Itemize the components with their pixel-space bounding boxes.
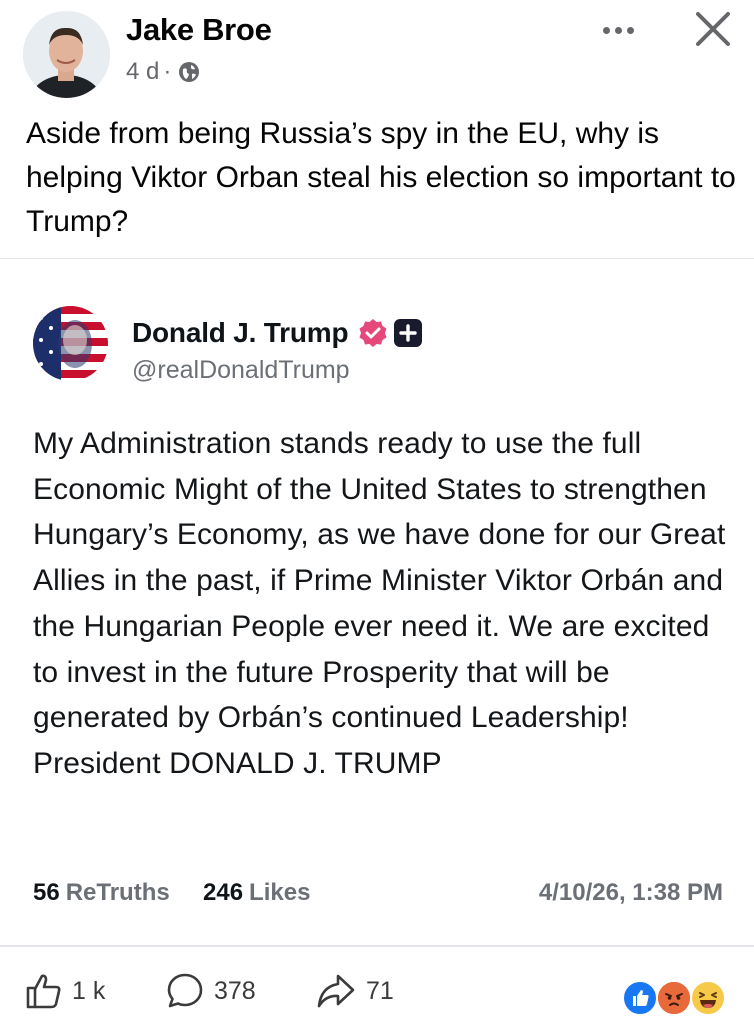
verified-badge-icon: [359, 319, 387, 347]
shared-post-date: 4/10/26, 1:38 PM: [538, 879, 723, 906]
divider: [0, 945, 754, 947]
action-bar: 1 k 378 71: [0, 960, 754, 1024]
dot-icon: [626, 26, 634, 34]
comment-button[interactable]: 378: [166, 972, 256, 1010]
more-options-button[interactable]: [596, 10, 640, 50]
post-time[interactable]: 4 d: [126, 58, 159, 86]
like-reaction-icon: [622, 980, 658, 1016]
haha-reaction-icon: [690, 980, 726, 1016]
likes-stat[interactable]: 246 Likes: [203, 879, 310, 907]
close-button[interactable]: [690, 6, 736, 52]
shared-author-handle[interactable]: @realDonaldTrump: [132, 356, 350, 385]
dot-icon: [602, 26, 610, 34]
likes-count: 246: [203, 879, 244, 906]
globe-icon: [179, 62, 200, 82]
truth-plus-badge-icon: [394, 319, 423, 347]
meta-separator: ·: [163, 58, 172, 85]
like-button[interactable]: 1 k: [24, 972, 105, 1010]
share-button[interactable]: 71: [316, 972, 394, 1010]
shared-author-name[interactable]: Donald J. Trump: [132, 317, 349, 349]
share-count: 71: [366, 976, 394, 1005]
shared-author-avatar[interactable]: [33, 306, 108, 381]
likes-label: Likes: [249, 879, 311, 906]
reaction-summary[interactable]: [622, 980, 732, 1016]
comment-icon: [167, 973, 203, 1008]
retruths-stat[interactable]: 56 ReTruths: [33, 879, 170, 907]
share-icon: [317, 974, 355, 1008]
author-avatar[interactable]: [23, 11, 110, 98]
shared-author-row: Donald J. Trump: [132, 317, 423, 349]
comment-count: 378: [214, 976, 256, 1005]
author-name[interactable]: Jake Broe: [126, 12, 272, 48]
post-meta: 4 d ·: [126, 58, 201, 86]
shared-post-body: My Administration stands ready to use th…: [33, 427, 726, 780]
dot-icon: [614, 26, 622, 34]
retruths-count: 56: [33, 879, 60, 906]
post-text: Aside from being Russia’s spy in the EU,…: [26, 117, 736, 238]
shared-post-stats: 56 ReTruths 246 Likes 4/10/26, 1:38 PM: [33, 879, 723, 913]
like-count: 1 k: [72, 976, 106, 1005]
post-header: Jake Broe 4 d ·: [0, 0, 754, 108]
retruths-label: ReTruths: [65, 879, 170, 906]
divider: [0, 258, 754, 259]
close-icon: [696, 12, 730, 46]
angry-reaction-icon: [656, 980, 692, 1016]
thumbs-up-icon: [26, 974, 61, 1009]
